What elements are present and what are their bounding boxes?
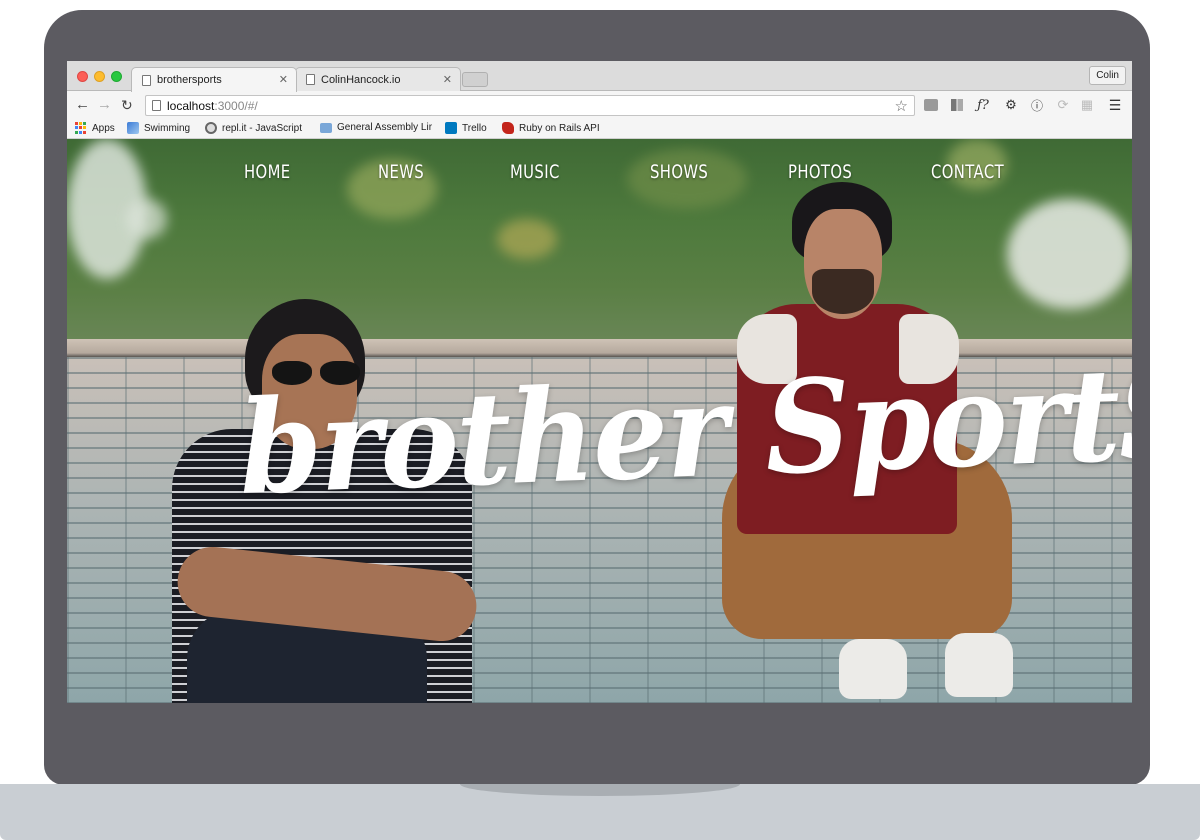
url-path: :3000/#/ [214,98,258,113]
tab-title: ColinHancock.io [321,73,401,86]
address-bar[interactable]: localhost :3000/#/ ☆ [145,95,915,116]
gear-icon[interactable]: ⚙ [1003,97,1019,113]
sneaker [945,633,1013,697]
person-right-beard [812,269,874,314]
sync-icon[interactable]: ⟳ [1055,97,1071,113]
bookmark-label: Trello [462,122,487,134]
folder-icon [320,122,332,133]
swimming-icon [127,122,139,134]
nav-contact[interactable]: CONTACT [931,161,1004,183]
tab-title: brothersports [157,74,222,86]
replit-icon [205,122,217,134]
bookmark-rails-api[interactable]: Ruby on Rails API [502,122,600,134]
page-icon [306,74,315,85]
close-window-button[interactable] [77,71,88,82]
bookmark-label: Ruby on Rails API [519,122,600,134]
profile-button[interactable]: Colin [1089,66,1126,85]
bookmark-swimming[interactable]: Swimming [127,122,190,134]
nav-music[interactable]: MUSIC [510,161,560,183]
forward-arrow-icon[interactable]: → [97,96,112,114]
url-host: localhost [167,98,215,113]
trello-icon [445,122,457,134]
bookmark-replit[interactable]: repl.it - JavaScript [205,122,302,134]
minimize-window-button[interactable] [94,71,105,82]
nav-shows[interactable]: SHOWS [650,161,708,183]
bookmark-label: repl.it - JavaScript [222,122,303,134]
nav-home[interactable]: HOME [244,161,291,183]
tab-brothersports[interactable]: brothersports ✕ [131,67,297,92]
rails-icon [502,122,514,134]
maximize-window-button[interactable] [111,71,122,82]
bookmark-apps[interactable]: Apps [75,122,115,134]
menu-icon[interactable]: ☰ [1107,97,1123,113]
image-ext-icon[interactable] [923,97,939,113]
nav-news[interactable]: NEWS [378,161,424,183]
bookmark-label: Swimming [144,122,191,134]
browser-toolbar: ← → ↻ localhost :3000/#/ ☆ ƒ? ⚙ ⓘ ⟳ ▦ ☰ [67,91,1132,119]
grid-ext-icon[interactable]: ▦ [1079,97,1095,113]
tab-close-icon[interactable]: ✕ [443,73,452,86]
new-tab-button[interactable] [462,72,488,87]
page-viewport: HOME NEWS MUSIC SHOWS PHOTOS CONTACT bro… [67,139,1132,703]
back-arrow-icon[interactable]: ← [75,96,90,114]
reader-ext-icon[interactable] [949,97,965,113]
bookmark-label: General Assembly Lir [337,122,432,133]
bookmark-general-assembly[interactable]: General Assembly Lir [320,122,432,133]
page-icon [152,100,161,111]
site-nav: HOME NEWS MUSIC SHOWS PHOTOS CONTACT [67,161,1132,191]
font-ext-icon[interactable]: ƒ? [975,97,991,113]
tab-close-icon[interactable]: ✕ [279,73,288,86]
reload-icon[interactable]: ↻ [121,96,133,114]
bookmark-star-icon[interactable]: ☆ [895,97,908,115]
page-icon [142,74,151,86]
nav-photos[interactable]: PHOTOS [788,161,852,183]
browser-window: brothersports ✕ ColinHancock.io ✕ Colin … [67,61,1132,703]
info-icon[interactable]: ⓘ [1029,97,1045,113]
bookmark-trello[interactable]: Trello [445,122,487,134]
bookmark-label: Apps [92,122,115,134]
sneaker [839,639,907,699]
bookmarks-bar: Apps Swimming repl.it - JavaScript Gener… [67,119,1132,139]
apps-grid-icon [75,122,87,134]
tab-colinhancock[interactable]: ColinHancock.io ✕ [295,67,461,91]
tab-strip: brothersports ✕ ColinHancock.io ✕ Colin [67,61,1132,92]
